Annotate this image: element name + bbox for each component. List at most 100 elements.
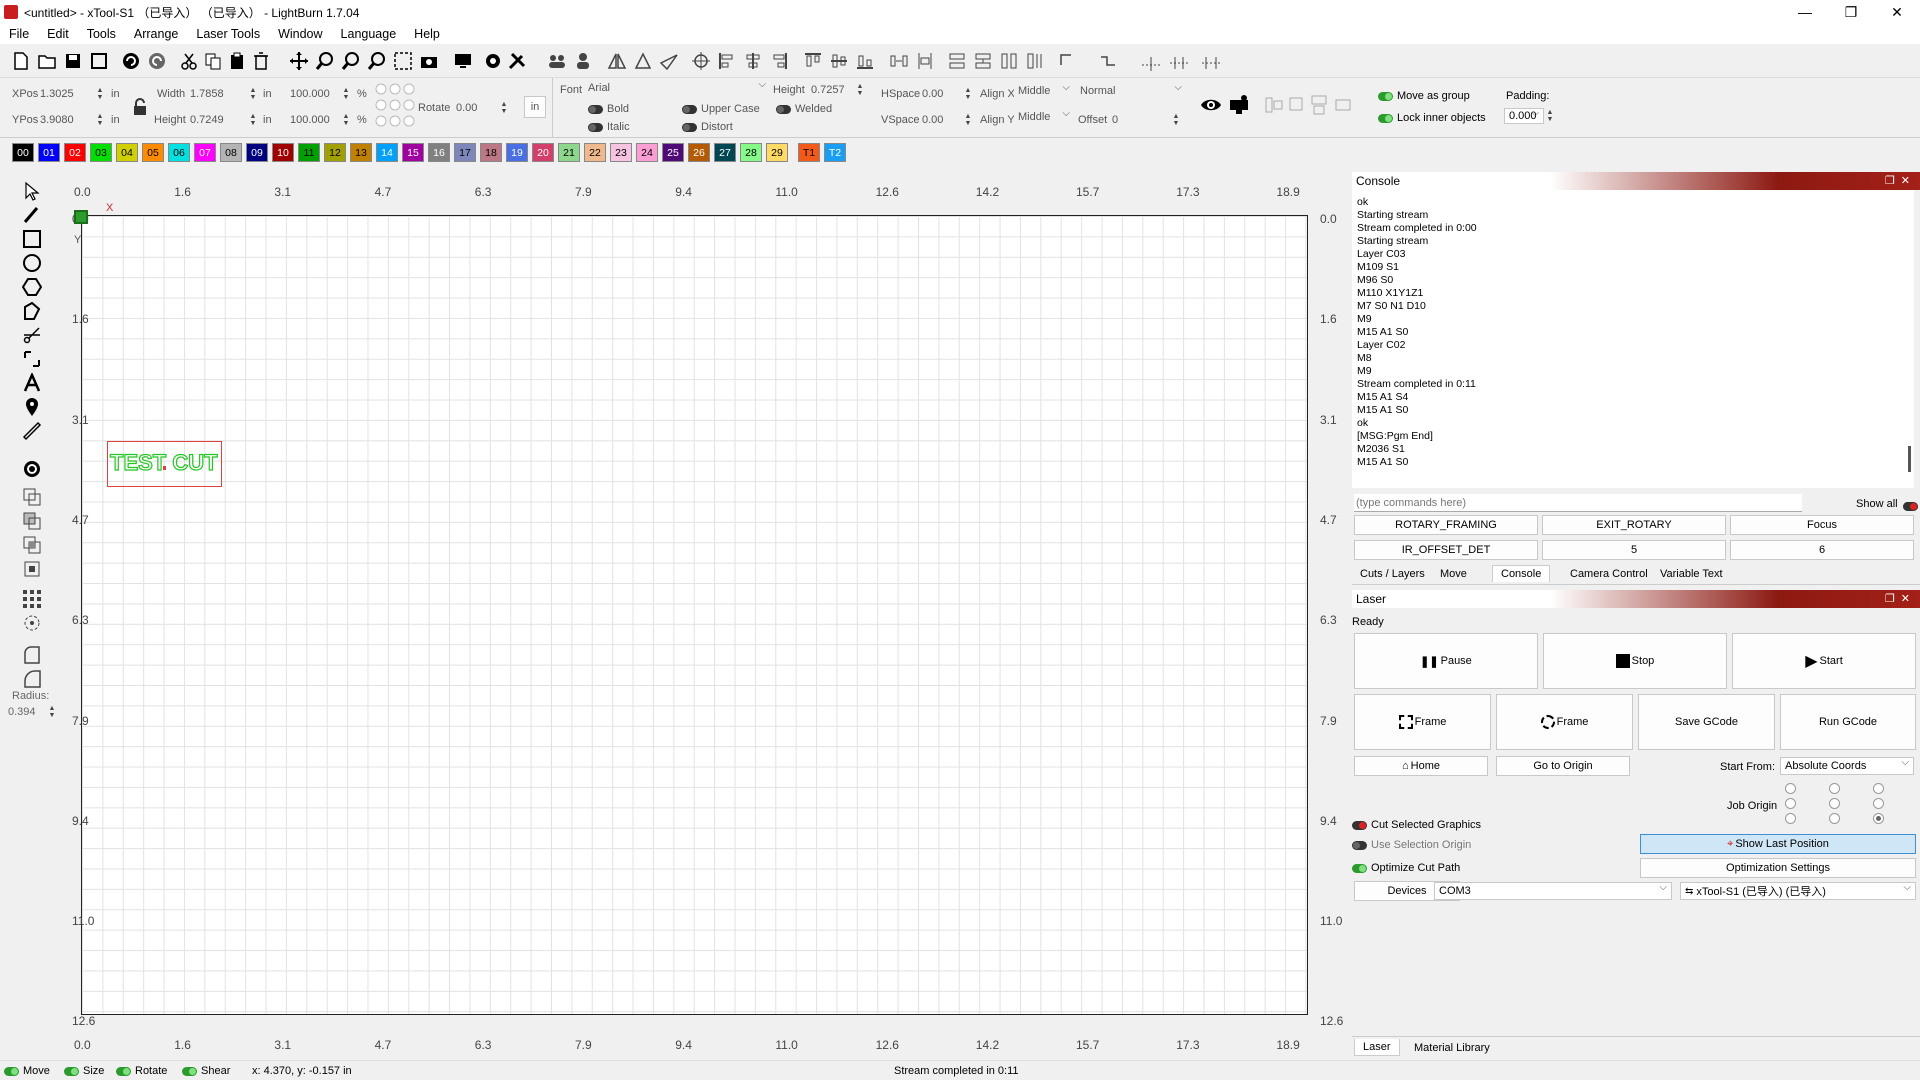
align-center-icon[interactable] — [690, 50, 712, 72]
zoom-selection-icon[interactable] — [392, 50, 414, 72]
layer-swatch[interactable]: 11 — [298, 143, 320, 162]
layer-swatch[interactable]: 08 — [220, 143, 242, 162]
pen-icon[interactable] — [20, 204, 44, 226]
ypos-spinner[interactable]: ▲ ▼ — [96, 113, 104, 127]
eye-icon[interactable] — [1200, 94, 1222, 116]
layer-swatch[interactable]: 28 — [740, 143, 762, 162]
boolean-intersect-icon[interactable] — [20, 534, 44, 556]
tab-laser[interactable]: Laser — [1354, 1039, 1400, 1056]
hspace-field[interactable]: 0.00 — [922, 88, 943, 100]
menu-laser-tools[interactable]: Laser Tools — [187, 27, 269, 41]
text-tool-icon[interactable] — [20, 372, 44, 394]
macro-ir-offset[interactable]: IR_OFFSET_DET — [1354, 540, 1538, 560]
space-vertical-icon[interactable] — [972, 50, 994, 72]
monitor-icon[interactable] — [452, 50, 474, 72]
macro-6[interactable]: 6 — [1730, 540, 1914, 560]
show-last-position-button[interactable]: ⌖ Show Last Position — [1640, 834, 1916, 854]
layer-swatch[interactable]: 05 — [142, 143, 164, 162]
group-icon[interactable] — [546, 50, 568, 72]
corner-round-icon[interactable] — [20, 668, 44, 690]
tab-variable-text[interactable]: Variable Text — [1652, 566, 1731, 582]
panel-float-close-icon[interactable]: ❐✕ — [1885, 174, 1916, 187]
layer-swatch[interactable]: 19 — [506, 143, 528, 162]
tab-move[interactable]: Move — [1432, 566, 1475, 582]
corner-fillet-icon[interactable] — [20, 644, 44, 666]
upper-case-toggle[interactable] — [682, 104, 697, 114]
status-move-toggle[interactable] — [4, 1066, 19, 1076]
camera-icon[interactable] — [418, 50, 440, 72]
open-folder-icon[interactable] — [36, 50, 58, 72]
status-rotate-toggle[interactable] — [116, 1066, 131, 1076]
copy-icon[interactable] — [202, 50, 224, 72]
zoom-fit-icon[interactable] — [366, 50, 388, 72]
paste-icon[interactable] — [226, 50, 248, 72]
xpos-field[interactable]: 1.3025 — [40, 88, 74, 100]
job-origin-bl[interactable] — [1785, 813, 1796, 824]
align-right-icon[interactable] — [768, 50, 790, 72]
layer-swatch[interactable]: 21 — [558, 143, 580, 162]
height-field[interactable]: 0.7249 — [190, 114, 224, 126]
save-gcode-button[interactable]: Save GCode — [1638, 694, 1775, 750]
pause-button[interactable]: ❚❚ Pause — [1354, 633, 1538, 689]
layer-swatch[interactable]: 14 — [376, 143, 398, 162]
width-spinner[interactable]: ▲ ▼ — [249, 87, 257, 101]
height-percent-spinner[interactable]: ▲ ▼ — [342, 113, 350, 127]
menu-tools[interactable]: Tools — [78, 27, 125, 41]
width-field[interactable]: 1.7858 — [190, 88, 224, 100]
layer-swatch[interactable]: 16 — [428, 143, 450, 162]
edit-nodes-icon[interactable] — [20, 300, 44, 322]
macro-focus[interactable]: Focus — [1730, 515, 1914, 535]
undo-icon[interactable] — [120, 50, 142, 72]
polygon-icon[interactable] — [20, 276, 44, 298]
offset-shapes-icon[interactable] — [20, 458, 44, 480]
settings-gear-icon[interactable] — [482, 50, 504, 72]
job-origin-bc[interactable] — [1829, 813, 1840, 824]
layer-swatch[interactable]: 23 — [610, 143, 632, 162]
optimization-settings-button[interactable]: Optimization Settings — [1640, 858, 1916, 878]
tab-material-library[interactable]: Material Library — [1406, 1040, 1498, 1056]
menu-arrange[interactable]: Arrange — [125, 27, 187, 41]
hspace-spinner[interactable]: ▲ ▼ — [964, 87, 972, 101]
boolean-subtract-icon[interactable] — [20, 510, 44, 532]
position-laser-icon[interactable] — [20, 348, 44, 370]
align-x-dropdown[interactable]: Middle — [1014, 82, 1074, 99]
new-file-icon[interactable] — [10, 50, 32, 72]
job-origin-tl[interactable] — [1785, 783, 1796, 794]
height-percent-field[interactable]: 100.000 — [290, 114, 330, 126]
optimize-cut-path-toggle[interactable] — [1352, 863, 1367, 873]
trim-icon[interactable] — [20, 324, 44, 346]
align-hcenter-icon[interactable] — [742, 50, 764, 72]
vspace-field[interactable]: 0.00 — [922, 114, 943, 126]
maximize-icon[interactable]: ❐ — [1828, 0, 1874, 24]
corner-top-left-icon[interactable] — [1056, 50, 1078, 72]
padding-spinner[interactable]: ▲ ▼ — [1546, 109, 1554, 123]
rotate-spinner[interactable]: ▲ ▼ — [500, 101, 508, 115]
status-size-toggle[interactable] — [64, 1066, 79, 1076]
offset-field[interactable]: 0 — [1112, 114, 1118, 126]
layer-swatch[interactable]: 22 — [584, 143, 606, 162]
stop-button[interactable]: Stop — [1543, 633, 1727, 689]
align-top-icon[interactable] — [802, 50, 824, 72]
layer-swatch[interactable]: 07 — [194, 143, 216, 162]
layer-swatch[interactable]: T1 — [798, 143, 820, 162]
layer-swatch[interactable]: 13 — [350, 143, 372, 162]
layer-swatch[interactable]: 27 — [714, 143, 736, 162]
macro-rotary-framing[interactable]: ROTARY_FRAMING — [1354, 515, 1538, 535]
close-icon[interactable]: ✕ — [1874, 0, 1920, 24]
menu-window[interactable]: Window — [269, 27, 331, 41]
anchor-grid-icon[interactable] — [374, 82, 416, 128]
console-scrollbar[interactable] — [1908, 446, 1911, 472]
italic-toggle[interactable] — [588, 122, 603, 132]
zoom-out-icon[interactable] — [340, 50, 362, 72]
layer-swatch[interactable]: 03 — [90, 143, 112, 162]
layer-swatch[interactable]: 18 — [480, 143, 502, 162]
align-y-dropdown[interactable]: Middle — [1014, 108, 1074, 125]
layer-swatch[interactable]: 25 — [662, 143, 684, 162]
work-area-grid[interactable] — [81, 215, 1308, 1015]
layer-swatch[interactable]: 12 — [324, 143, 346, 162]
circular-array-icon[interactable] — [20, 612, 44, 634]
font-dropdown[interactable]: Arial — [584, 79, 770, 96]
boolean-union-icon[interactable] — [20, 486, 44, 508]
dock-align-icon[interactable] — [1264, 94, 1364, 116]
vspace-spinner[interactable]: ▲ ▼ — [964, 113, 972, 127]
